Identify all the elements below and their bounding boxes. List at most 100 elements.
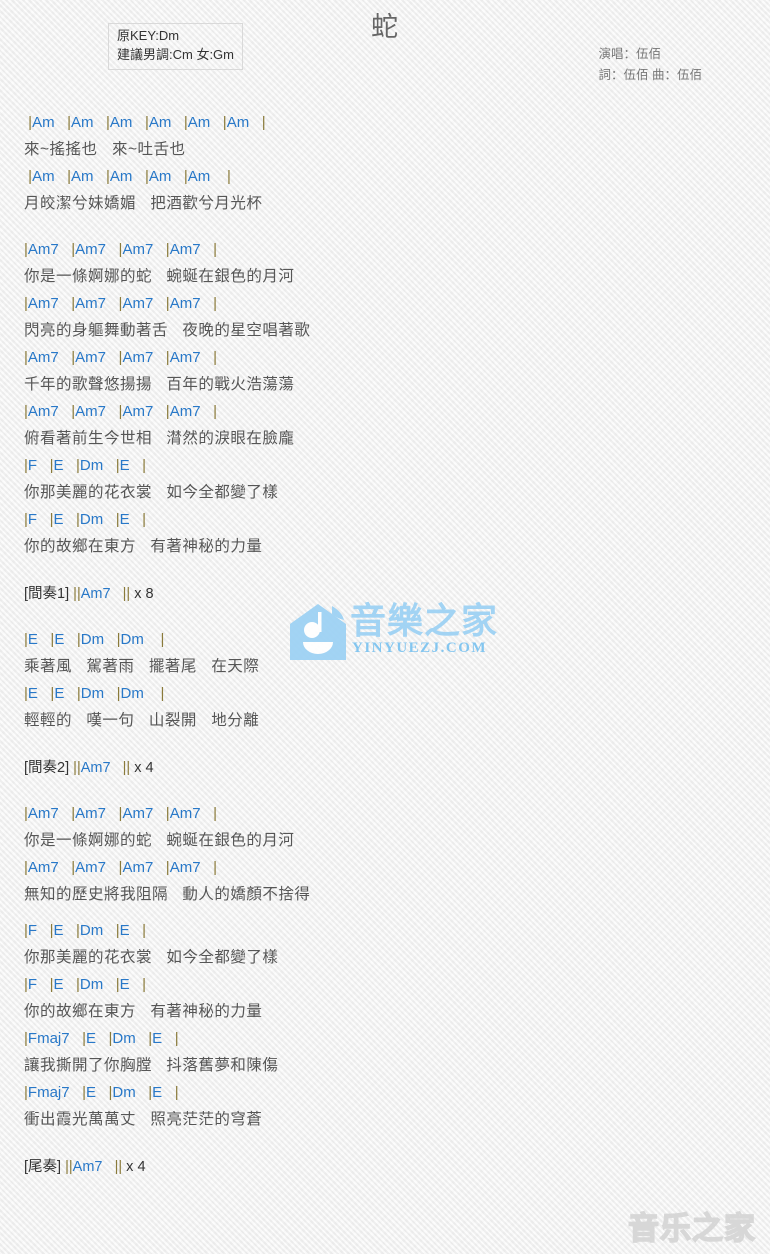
bar-symbol: | bbox=[213, 805, 217, 822]
lyric-line: 你是一條婀娜的蛇 蜿蜒在銀色的月河 bbox=[24, 832, 295, 849]
bar-symbol: | bbox=[213, 349, 217, 366]
section-marker-line: [間奏2] ||Am7 || x 4 bbox=[24, 754, 770, 782]
bar-symbol: | bbox=[142, 922, 147, 939]
chord-lyric-block: |Fmaj7 |E |Dm |E | 讓我撕開了你胸膛 抖落舊夢和陳傷 bbox=[24, 1026, 770, 1080]
chord-lyric-block: |Am7 |Am7 |Am7 |Am7 | 你是一條婀娜的蛇 蜿蜒在銀色的月河 bbox=[24, 801, 770, 855]
chord-lyric-block: |Am7 |Am7 |Am7 |Am7 | 俯看著前生今世相 潸然的淚眼在臉龐 bbox=[24, 399, 770, 453]
bar-symbol: | bbox=[118, 1159, 123, 1175]
lyric-line: 千年的歌聲悠揚揚 百年的戰火浩蕩蕩 bbox=[24, 376, 295, 393]
bar-symbol: | bbox=[49, 457, 54, 474]
bottom-watermark: 音乐之家 bbox=[627, 1210, 756, 1246]
writer-label: 詞：伍佰 曲：伍佰 bbox=[598, 68, 702, 83]
sheet-header: 原KEY:Dm 建議男調:Cm 女:Gm 蛇 演唱：伍佰 詞：伍佰 曲：伍佰 bbox=[0, 0, 770, 110]
bar-symbol: | bbox=[148, 1084, 153, 1101]
section-tag: [間奏2] || bbox=[24, 760, 81, 776]
chord-lyric-block: |F |E |Dm |E | 你的故鄉在東方 有著神秘的力量 bbox=[24, 507, 770, 561]
bar-symbol: | bbox=[142, 511, 147, 528]
bar-symbol: | bbox=[165, 349, 170, 366]
bar-symbol: | bbox=[24, 457, 28, 474]
bar-symbol: | bbox=[144, 114, 149, 131]
bar-symbol: | bbox=[226, 168, 231, 185]
chord-line: |E |E |Dm |Dm | bbox=[24, 631, 165, 648]
lyric-line: 無知的歷史將我阻隔 動人的嬌顏不捨得 bbox=[24, 886, 311, 903]
chord-lyric-block: |Am |Am |Am |Am |Am |Am | 來~搖搖也 來~吐舌也 bbox=[24, 110, 770, 164]
chord-token: Am7 bbox=[80, 760, 111, 776]
page-title: 蛇 bbox=[371, 12, 399, 42]
bar-symbol: | bbox=[76, 685, 81, 702]
bar-symbol: | bbox=[28, 168, 33, 185]
bar-symbol: | bbox=[165, 403, 170, 420]
bar-symbol: | bbox=[24, 1030, 28, 1047]
bar-symbol: | bbox=[24, 295, 28, 312]
chord-token: Am7 bbox=[80, 586, 111, 602]
bar-symbol: | bbox=[142, 976, 147, 993]
bar-symbol: | bbox=[165, 241, 170, 258]
bar-symbol: | bbox=[213, 295, 217, 312]
lyric-line: 讓我撕開了你胸膛 抖落舊夢和陳傷 bbox=[24, 1057, 279, 1074]
bar-symbol: | bbox=[28, 114, 33, 131]
lyric-line: 俯看著前生今世相 潸然的淚眼在臉龐 bbox=[24, 430, 295, 447]
chord-line: |F |E |Dm |E | bbox=[24, 457, 147, 474]
bar-symbol: | bbox=[118, 805, 123, 822]
bar-symbol: | bbox=[76, 457, 80, 474]
bar-symbol: | bbox=[118, 241, 123, 258]
bar-symbol: | bbox=[115, 922, 120, 939]
bar-symbol: | bbox=[165, 295, 170, 312]
lyric-line: 你是一條婀娜的蛇 蜿蜒在銀色的月河 bbox=[24, 268, 295, 285]
bar-symbol: | bbox=[118, 859, 123, 876]
bar-symbol: | bbox=[24, 631, 28, 648]
chord-line: |E |E |Dm |Dm | bbox=[24, 685, 165, 702]
bar-symbol: | bbox=[108, 1030, 113, 1047]
bar-symbol: | bbox=[160, 631, 165, 648]
bar-symbol: | bbox=[24, 859, 28, 876]
chord-lyric-block: |F |E |Dm |E | 你那美麗的花衣裳 如今全都變了樣 bbox=[24, 453, 770, 507]
bar-symbol: | bbox=[82, 1084, 86, 1101]
chord-line: |F |E |Dm |E | bbox=[24, 976, 147, 993]
bar-symbol: | bbox=[165, 859, 170, 876]
bar-symbol: | bbox=[213, 859, 217, 876]
bar-symbol: | bbox=[24, 685, 28, 702]
chord-sheet-body: |Am |Am |Am |Am |Am |Am | 來~搖搖也 來~吐舌也 |Am… bbox=[0, 110, 770, 1181]
bar-symbol: | bbox=[71, 403, 76, 420]
section-repeat: || x 8 bbox=[122, 586, 154, 602]
bar-symbol: | bbox=[76, 922, 80, 939]
bar-symbol: | bbox=[71, 241, 76, 258]
bar-symbol: | bbox=[24, 976, 28, 993]
bar-symbol: | bbox=[116, 685, 121, 702]
bar-symbol: | bbox=[49, 511, 54, 528]
chord-line: |Am7 |Am7 |Am7 |Am7 | bbox=[24, 403, 217, 420]
bar-symbol: | bbox=[106, 168, 110, 185]
lyric-line: 輕輕的 嘆一句 山裂開 地分離 bbox=[24, 712, 260, 729]
chord-lyric-block: |E |E |Dm |Dm | 乘著風 駕著雨 擺著尾 在天際 bbox=[24, 627, 770, 681]
chord-line: |Am |Am |Am |Am |Am | bbox=[28, 168, 231, 185]
bar-symbol: | bbox=[71, 295, 76, 312]
bar-symbol: | bbox=[50, 685, 55, 702]
lyric-line: 你的故鄉在東方 有著神秘的力量 bbox=[24, 1003, 263, 1020]
credits: 演唱：伍佰 詞：伍佰 曲：伍佰 bbox=[599, 44, 702, 87]
bar-symbol: | bbox=[116, 631, 121, 648]
section-repeat: || x 4 bbox=[122, 760, 154, 776]
chord-lyric-block: |Am7 |Am7 |Am7 |Am7 | 無知的歷史將我阻隔 動人的嬌顏不捨得 bbox=[24, 855, 770, 909]
bar-symbol: | bbox=[71, 859, 76, 876]
bar-symbol: | bbox=[118, 349, 123, 366]
chord-lyric-block: |E |E |Dm |Dm | 輕輕的 嘆一句 山裂開 地分離 bbox=[24, 681, 770, 735]
bar-symbol: | bbox=[115, 976, 120, 993]
bar-symbol: | bbox=[106, 114, 110, 131]
section-marker-line: [間奏1] ||Am7 || x 8 bbox=[24, 580, 770, 608]
bar-symbol: | bbox=[165, 805, 170, 822]
chord-line: |Am7 |Am7 |Am7 |Am7 | bbox=[24, 859, 217, 876]
bar-symbol: | bbox=[126, 586, 131, 602]
bar-symbol: | bbox=[71, 805, 76, 822]
lyric-line: 來~搖搖也 來~吐舌也 bbox=[24, 141, 186, 158]
bar-symbol: | bbox=[126, 760, 131, 776]
lyric-line: 閃亮的身軀舞動著舌 夜晚的星空唱著歌 bbox=[24, 322, 311, 339]
bar-symbol: | bbox=[67, 168, 71, 185]
bar-symbol: | bbox=[115, 511, 120, 528]
chord-line: |Am |Am |Am |Am |Am |Am | bbox=[28, 114, 266, 131]
bar-symbol: | bbox=[115, 457, 120, 474]
